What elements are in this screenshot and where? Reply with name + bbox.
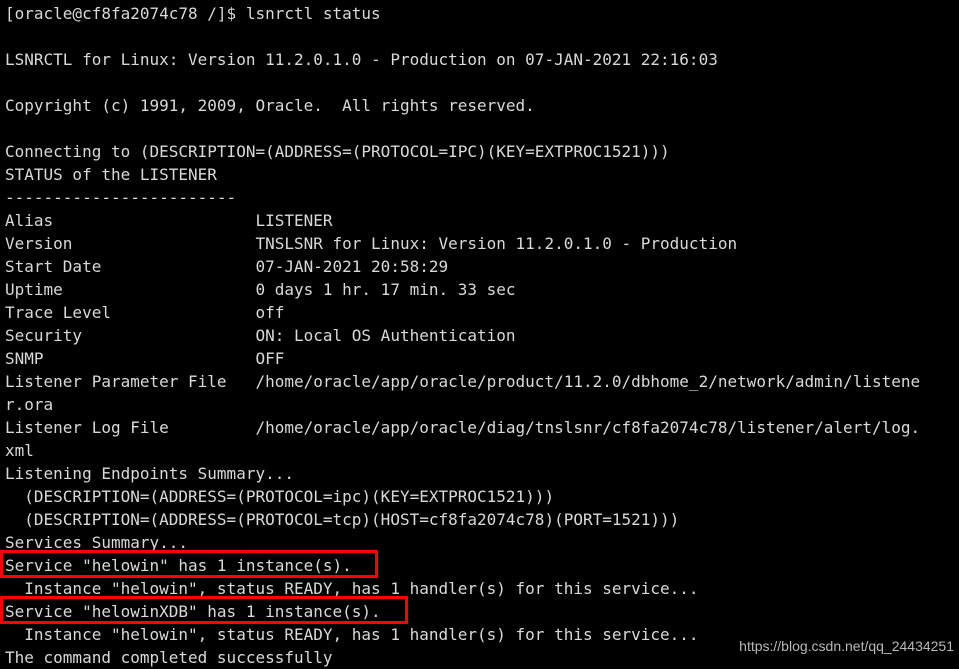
terminal-line-log-file: Listener Log File /home/oracle/app/oracl… bbox=[5, 418, 921, 437]
terminal-line-snmp: SNMP OFF bbox=[5, 349, 285, 368]
terminal-line-service-helowinxdb: Service "helowinXDB" has 1 instance(s). bbox=[5, 602, 381, 621]
terminal-line-separator: ------------------------ bbox=[5, 188, 237, 207]
terminal-line-endpoints-summary: Listening Endpoints Summary... bbox=[5, 464, 294, 483]
terminal-line-services-summary: Services Summary... bbox=[5, 533, 189, 552]
terminal-line-start-date: Start Date 07-JAN-2021 20:58:29 bbox=[5, 257, 449, 276]
terminal-line-parameter-file: Listener Parameter File /home/oracle/app… bbox=[5, 372, 921, 391]
terminal-line-version-banner: LSNRCTL for Linux: Version 11.2.0.1.0 - … bbox=[5, 50, 718, 69]
watermark-url: https://blog.csdn.net/qq_24434251 bbox=[739, 638, 954, 654]
terminal-line-endpoint-ipc: (DESCRIPTION=(ADDRESS=(PROTOCOL=ipc)(KEY… bbox=[5, 487, 555, 506]
terminal-line-trace-level: Trace Level off bbox=[5, 303, 285, 322]
terminal-line-alias: Alias LISTENER bbox=[5, 211, 333, 230]
terminal-line-endpoint-tcp: (DESCRIPTION=(ADDRESS=(PROTOCOL=tcp)(HOS… bbox=[5, 510, 680, 529]
terminal-line-status-header: STATUS of the LISTENER bbox=[5, 165, 217, 184]
terminal-line-parameter-file-wrap: r.ora bbox=[5, 395, 54, 414]
terminal-line-version: Version TNSLSNR for Linux: Version 11.2.… bbox=[5, 234, 738, 253]
terminal-line-copyright: Copyright (c) 1991, 2009, Oracle. All ri… bbox=[5, 96, 535, 115]
terminal-line-log-file-wrap: xml bbox=[5, 441, 34, 460]
terminal-line-connecting: Connecting to (DESCRIPTION=(ADDRESS=(PRO… bbox=[5, 142, 670, 161]
terminal-line-uptime: Uptime 0 days 1 hr. 17 min. 33 sec bbox=[5, 280, 516, 299]
terminal-line-service-helowin: Service "helowin" has 1 instance(s). bbox=[5, 556, 352, 575]
terminal-line-security: Security ON: Local OS Authentication bbox=[5, 326, 516, 345]
terminal-line-instance-helowin: Instance "helowin", status READY, has 1 … bbox=[5, 579, 699, 598]
terminal-line-prompt-command: [oracle@cf8fa2074c78 /]$ lsnrctl status bbox=[5, 4, 381, 23]
terminal-window[interactable]: [oracle@cf8fa2074c78 /]$ lsnrctl status … bbox=[0, 0, 959, 668]
